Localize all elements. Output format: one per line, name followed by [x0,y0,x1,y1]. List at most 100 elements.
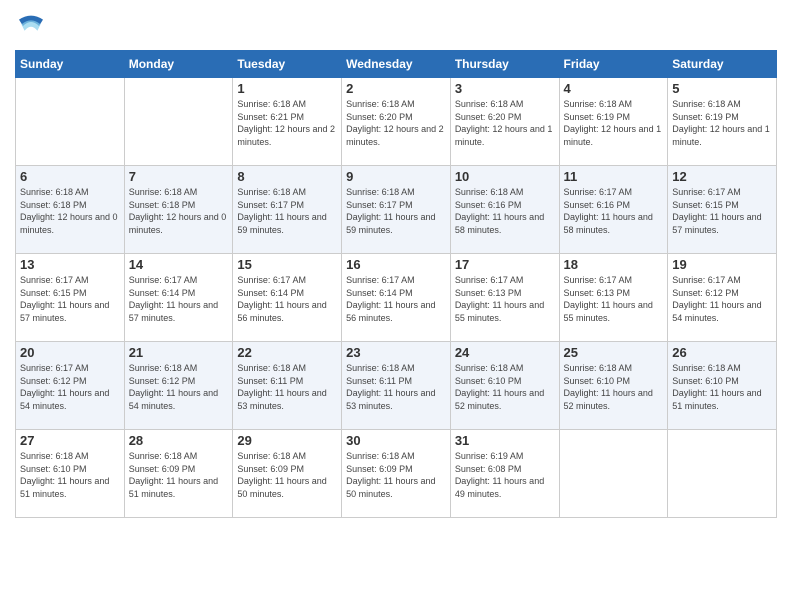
calendar-cell: 26Sunrise: 6:18 AMSunset: 6:10 PMDayligh… [668,342,777,430]
cell-info: Sunrise: 6:17 AMSunset: 6:14 PMDaylight:… [129,274,229,324]
calendar-cell: 8 Sunrise: 6:18 AMSunset: 6:17 PMDaylight… [233,166,342,254]
calendar-cell: 5 Sunrise: 6:18 AMSunset: 6:19 PMDaylight… [668,78,777,166]
calendar-day-header: Saturday [668,51,777,78]
day-number: 16 [346,257,446,272]
calendar-cell: 28Sunrise: 6:18 AMSunset: 6:09 PMDayligh… [124,430,233,518]
calendar-cell: 25 Sunrise: 6:18 AMSunset: 6:10 PMDayligh… [559,342,668,430]
calendar-cell: 12 Sunrise: 6:17 AMSunset: 6:15 PMDayligh… [668,166,777,254]
cell-info: Sunrise: 6:18 AMSunset: 6:12 PMDaylight:… [129,362,229,412]
calendar-cell: 24 Sunrise: 6:18 AMSunset: 6:10 PMDayligh… [450,342,559,430]
calendar-cell: 7 Sunrise: 6:18 AMSunset: 6:18 PMDaylight… [124,166,233,254]
cell-info: Sunrise: 6:18 AMSunset: 6:10 PMDaylight:… [455,362,555,412]
cell-info: Sunrise: 6:17 AMSunset: 6:15 PMDaylight:… [672,186,772,236]
calendar-week-row: 27Sunrise: 6:18 AMSunset: 6:10 PMDayligh… [16,430,777,518]
calendar-cell: 16 Sunrise: 6:17 AMSunset: 6:14 PMDayligh… [342,254,451,342]
logo [15,10,51,42]
calendar-cell: 9Sunrise: 6:18 AMSunset: 6:17 PMDaylight… [342,166,451,254]
calendar-cell: 10 Sunrise: 6:18 AMSunset: 6:16 PMDayligh… [450,166,559,254]
calendar-day-header: Sunday [16,51,125,78]
day-number: 30 [346,433,446,448]
calendar-cell: 3 Sunrise: 6:18 AMSunset: 6:20 PMDaylight… [450,78,559,166]
cell-info: Sunrise: 6:17 AMSunset: 6:15 PMDaylight:… [20,274,120,324]
calendar-week-row: 20Sunrise: 6:17 AMSunset: 6:12 PMDayligh… [16,342,777,430]
calendar-cell: 11 Sunrise: 6:17 AMSunset: 6:16 PMDayligh… [559,166,668,254]
calendar-cell: 13 Sunrise: 6:17 AMSunset: 6:15 PMDayligh… [16,254,125,342]
day-number: 6 [20,169,120,184]
day-number: 14 [129,257,229,272]
calendar-cell: 30 Sunrise: 6:18 AMSunset: 6:09 PMDayligh… [342,430,451,518]
calendar-cell [559,430,668,518]
calendar-day-header: Friday [559,51,668,78]
cell-info: Sunrise: 6:18 AMSunset: 6:10 PMDaylight:… [564,362,664,412]
cell-info: Sunrise: 6:18 AMSunset: 6:18 PMDaylight:… [20,186,120,236]
cell-info: Sunrise: 6:18 AMSunset: 6:17 PMDaylight:… [237,186,337,236]
calendar-cell: 6 Sunrise: 6:18 AMSunset: 6:18 PMDaylight… [16,166,125,254]
calendar-cell: 31 Sunrise: 6:19 AMSunset: 6:08 PMDayligh… [450,430,559,518]
calendar-cell: 17 Sunrise: 6:17 AMSunset: 6:13 PMDayligh… [450,254,559,342]
cell-info: Sunrise: 6:18 AMSunset: 6:20 PMDaylight:… [455,98,555,148]
calendar-cell [668,430,777,518]
logo-icon [15,10,47,42]
cell-info: Sunrise: 6:17 AMSunset: 6:14 PMDaylight:… [346,274,446,324]
day-number: 5 [672,81,772,96]
day-number: 3 [455,81,555,96]
day-number: 12 [672,169,772,184]
cell-info: Sunrise: 6:18 AMSunset: 6:19 PMDaylight:… [564,98,664,148]
calendar-cell: 14 Sunrise: 6:17 AMSunset: 6:14 PMDayligh… [124,254,233,342]
calendar-cell: 29Sunrise: 6:18 AMSunset: 6:09 PMDayligh… [233,430,342,518]
calendar-week-row: 6 Sunrise: 6:18 AMSunset: 6:18 PMDaylight… [16,166,777,254]
cell-info: Sunrise: 6:17 AMSunset: 6:12 PMDaylight:… [20,362,120,412]
calendar-cell: 21 Sunrise: 6:18 AMSunset: 6:12 PMDayligh… [124,342,233,430]
cell-info: Sunrise: 6:18 AMSunset: 6:09 PMDaylight:… [346,450,446,500]
calendar-cell: 27Sunrise: 6:18 AMSunset: 6:10 PMDayligh… [16,430,125,518]
cell-info: Sunrise: 6:18 AMSunset: 6:09 PMDaylight:… [129,450,229,500]
cell-info: Sunrise: 6:17 AMSunset: 6:14 PMDaylight:… [237,274,337,324]
calendar-cell: 22Sunrise: 6:18 AMSunset: 6:11 PMDayligh… [233,342,342,430]
day-number: 8 [237,169,337,184]
cell-info: Sunrise: 6:18 AMSunset: 6:21 PMDaylight:… [237,98,337,148]
calendar-week-row: 1Sunrise: 6:18 AMSunset: 6:21 PMDaylight… [16,78,777,166]
day-number: 21 [129,345,229,360]
cell-info: Sunrise: 6:18 AMSunset: 6:10 PMDaylight:… [20,450,120,500]
day-number: 9 [346,169,446,184]
cell-info: Sunrise: 6:19 AMSunset: 6:08 PMDaylight:… [455,450,555,500]
cell-info: Sunrise: 6:18 AMSunset: 6:19 PMDaylight:… [672,98,772,148]
day-number: 2 [346,81,446,96]
day-number: 25 [564,345,664,360]
calendar-day-header: Thursday [450,51,559,78]
calendar-cell [16,78,125,166]
day-number: 17 [455,257,555,272]
calendar-header-row: SundayMondayTuesdayWednesdayThursdayFrid… [16,51,777,78]
day-number: 4 [564,81,664,96]
calendar-cell [124,78,233,166]
cell-info: Sunrise: 6:18 AMSunset: 6:18 PMDaylight:… [129,186,229,236]
day-number: 7 [129,169,229,184]
cell-info: Sunrise: 6:18 AMSunset: 6:11 PMDaylight:… [346,362,446,412]
calendar-table: SundayMondayTuesdayWednesdayThursdayFrid… [15,50,777,518]
day-number: 22 [237,345,337,360]
day-number: 23 [346,345,446,360]
calendar-cell: 19 Sunrise: 6:17 AMSunset: 6:12 PMDayligh… [668,254,777,342]
cell-info: Sunrise: 6:18 AMSunset: 6:16 PMDaylight:… [455,186,555,236]
day-number: 13 [20,257,120,272]
calendar-cell: 20Sunrise: 6:17 AMSunset: 6:12 PMDayligh… [16,342,125,430]
cell-info: Sunrise: 6:17 AMSunset: 6:13 PMDaylight:… [455,274,555,324]
day-number: 31 [455,433,555,448]
calendar-cell: 23 Sunrise: 6:18 AMSunset: 6:11 PMDayligh… [342,342,451,430]
day-number: 10 [455,169,555,184]
cell-info: Sunrise: 6:17 AMSunset: 6:16 PMDaylight:… [564,186,664,236]
page-container: SundayMondayTuesdayWednesdayThursdayFrid… [0,0,792,528]
cell-info: Sunrise: 6:17 AMSunset: 6:13 PMDaylight:… [564,274,664,324]
day-number: 15 [237,257,337,272]
day-number: 11 [564,169,664,184]
cell-info: Sunrise: 6:17 AMSunset: 6:12 PMDaylight:… [672,274,772,324]
calendar-cell: 1Sunrise: 6:18 AMSunset: 6:21 PMDaylight… [233,78,342,166]
calendar-cell: 4 Sunrise: 6:18 AMSunset: 6:19 PMDaylight… [559,78,668,166]
day-number: 24 [455,345,555,360]
day-number: 19 [672,257,772,272]
calendar-day-header: Wednesday [342,51,451,78]
day-number: 26 [672,345,772,360]
day-number: 18 [564,257,664,272]
day-number: 29 [237,433,337,448]
header [15,10,777,42]
